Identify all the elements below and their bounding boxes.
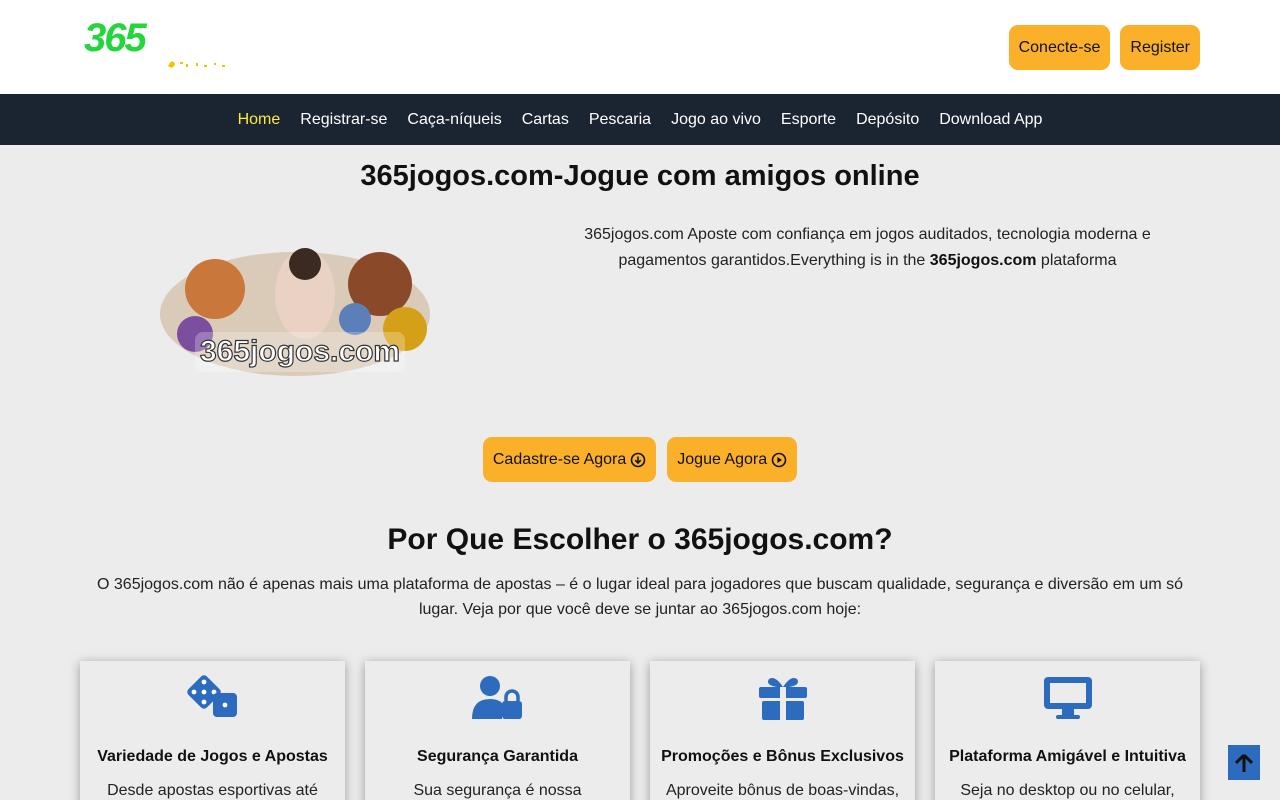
signup-now-label: Cadastre-se Agora	[492, 450, 627, 468]
arrow-down-circle-icon	[630, 452, 646, 467]
play-now-label: Jogue Agora	[677, 450, 768, 468]
nav-item-jogo-ao-vivo[interactable]: Jogo ao vivo	[661, 94, 771, 145]
signup-now-button[interactable]: Cadastre-se Agora	[482, 437, 657, 482]
nav-item-esporte[interactable]: Esporte	[771, 94, 846, 145]
feature-card-text: Desde apostas esportivas até	[107, 782, 318, 799]
why-choose-text: O 365jogos.com não é apenas mais uma pla…	[97, 576, 1183, 618]
feature-card-title: Variedade de Jogos e Apostas	[97, 748, 328, 765]
hero-banner-image: 365jogos.com	[160, 248, 430, 376]
play-now-button[interactable]: Jogue Agora	[667, 437, 798, 482]
feature-card-title: Segurança Garantida	[417, 748, 578, 765]
nav-item-pescaria[interactable]: Pescaria	[579, 94, 661, 145]
header: 365 Conecte-se Register	[0, 0, 1280, 94]
nav-item-registrar[interactable]: Registrar-se	[290, 94, 397, 145]
nav-item-cartas[interactable]: Cartas	[512, 94, 579, 145]
nav-item-slots[interactable]: Caça-níqueis	[397, 94, 511, 145]
site-logo[interactable]: 365	[84, 18, 234, 78]
feature-card: Promoções e Bônus Exclusivos Aproveite b…	[650, 661, 915, 800]
login-button[interactable]: Conecte-se	[1008, 25, 1111, 70]
page-title: 365jogos.com-Jogue com amigos online	[360, 160, 920, 192]
user-lock-icon	[471, 676, 522, 719]
main-nav: Home Registrar-se Caça-níqueis Cartas Pe…	[0, 94, 1280, 145]
cta-buttons: Cadastre-se Agora Jogue Agora	[0, 437, 1280, 482]
auth-buttons: Conecte-se Register	[1008, 25, 1200, 70]
nav-item-download-app[interactable]: Download App	[929, 94, 1052, 145]
hero-description: 365jogos.com Aposte com confiança em jog…	[565, 222, 1170, 274]
hero-text-bold: 365jogos.com	[929, 252, 1037, 269]
feature-card-text: Aproveite bônus de boas-vindas,	[665, 782, 900, 799]
desktop-icon	[1043, 677, 1092, 719]
arrow-up-icon	[1235, 753, 1253, 772]
back-to-top-button[interactable]	[1228, 745, 1260, 780]
feature-card-title: Promoções e Bônus Exclusivos	[661, 748, 904, 765]
register-button[interactable]: Register	[1120, 25, 1200, 70]
hero-text-2: plataforma	[1036, 252, 1117, 269]
feature-card: Segurança Garantida Sua segurança é noss…	[365, 661, 630, 800]
logo-text: 365	[84, 16, 147, 60]
sparkle-icon	[168, 61, 225, 68]
banner-text: 365jogos.com	[200, 335, 400, 368]
nav-item-deposito[interactable]: Depósito	[846, 94, 929, 145]
feature-card-text: Sua segurança é nossa	[413, 782, 582, 799]
why-choose-title: Por Que Escolher o 365jogos.com?	[387, 523, 893, 556]
feature-card: Variedade de Jogos e Apostas Desde apost…	[80, 661, 345, 800]
feature-card-title: Plataforma Amigável e Intuitiva	[949, 748, 1186, 765]
play-circle-icon	[771, 452, 787, 467]
gift-icon	[758, 678, 807, 720]
dice-icon	[186, 675, 237, 717]
feature-cards: Variedade de Jogos e Apostas Desde apost…	[80, 661, 1200, 800]
hero-section: 365jogos.com 365jogos.com Aposte com con…	[0, 192, 1280, 432]
feature-card: Plataforma Amigável e Intuitiva Seja no …	[935, 661, 1200, 800]
nav-item-home[interactable]: Home	[228, 94, 291, 145]
feature-card-text: Seja no desktop ou no celular,	[960, 782, 1175, 799]
